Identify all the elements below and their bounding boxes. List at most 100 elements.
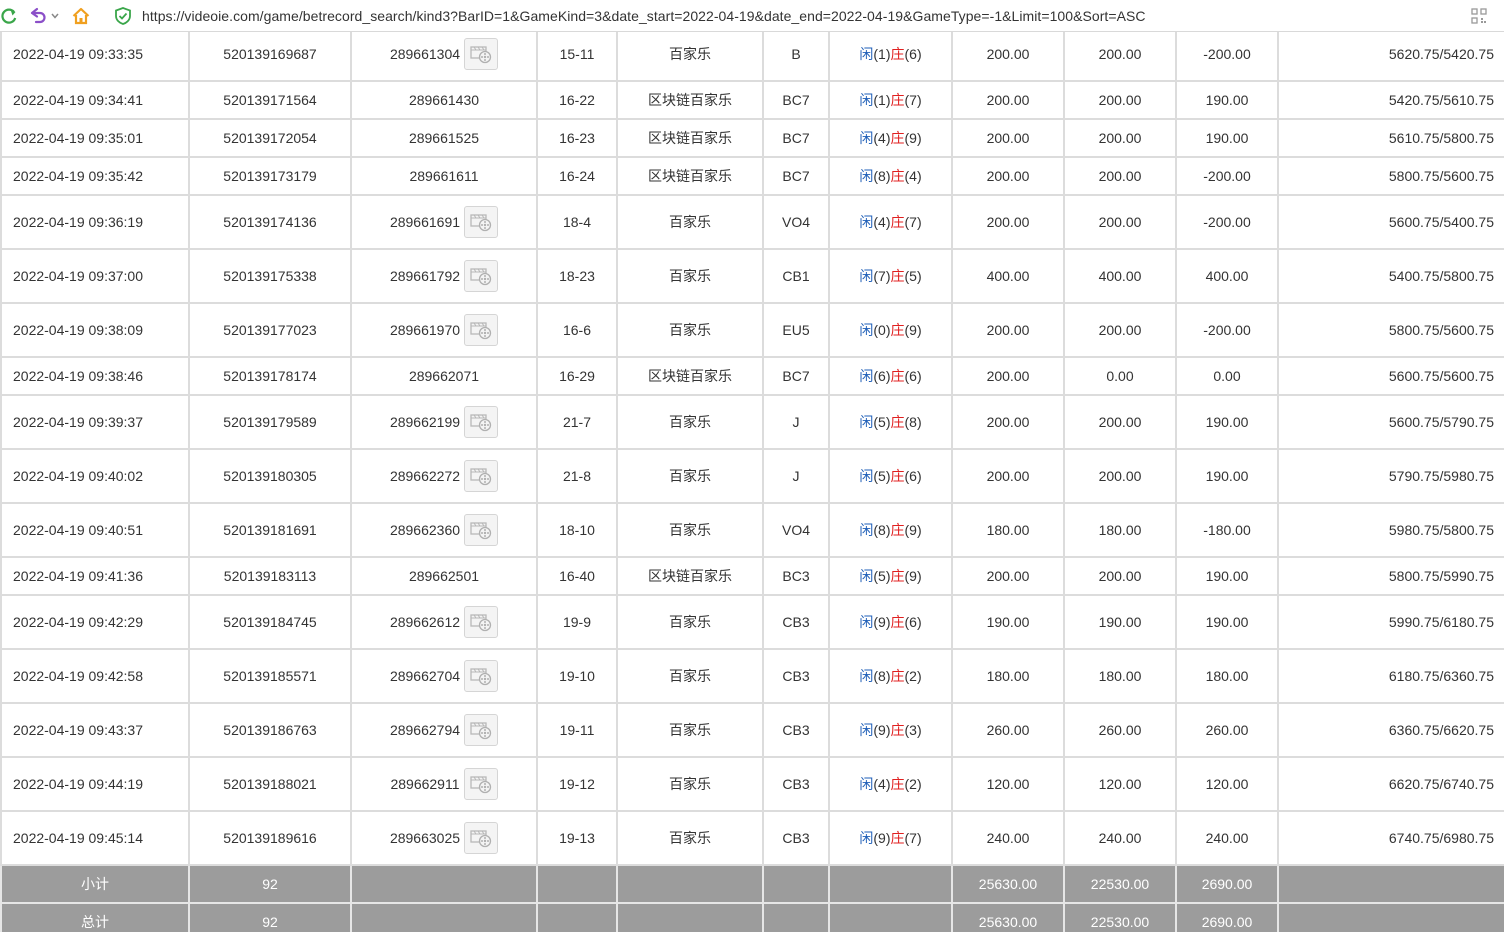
undo-dropdown-chevron-icon[interactable] [50,6,60,26]
payout-cell: -200.00 [1175,156,1279,196]
refresh-icon[interactable] [0,6,18,26]
payout-cell: 190.00 [1175,448,1279,504]
player-label: 闲 [859,668,874,684]
video-replay-button[interactable] [463,768,498,800]
payout-cell: -200.00 [1175,194,1279,250]
video-replay-button[interactable] [464,606,499,638]
banker-label: 庄 [890,368,905,384]
shoe-round-cell: 18-10 [536,502,618,558]
total-count-cell: 92 [188,902,352,932]
banker-score: (2) [904,668,922,684]
game-type-cell: 区块链百家乐 [616,118,764,158]
grand-total-row: 总计 92 25630.00 22530.00 2690.00 [0,902,1504,932]
round-id-cell: 289662911 [350,756,538,812]
bet-amount-cell: 200.00 [951,32,1065,82]
video-replay-button[interactable] [464,714,499,746]
video-replay-button[interactable] [464,514,499,546]
valid-bet-cell: 190.00 [1063,594,1177,650]
result-cell: 闲(4)庄(9) [828,118,953,158]
banker-score: (7) [904,92,922,108]
banker-score: (9) [904,322,922,338]
banker-label: 庄 [890,92,905,108]
balance-cell: 5790.75/5980.75 [1277,448,1504,504]
banker-score-value: 7 [909,214,917,230]
player-label: 闲 [859,46,874,62]
table-code-cell: BC7 [762,80,830,120]
shoe-round-cell: 16-40 [536,556,618,596]
video-replay-button[interactable] [464,822,499,854]
banker-score: (3) [904,722,922,738]
banker-score: (6) [904,368,922,384]
balance-cell: 6620.75/6740.75 [1277,756,1504,812]
player-score: (7) [873,268,891,284]
balance-cell: 5600.75/5600.75 [1277,356,1504,396]
table-code-cell: BC7 [762,356,830,396]
banker-score: (6) [904,46,922,62]
player-score: (9) [873,722,891,738]
bet-amount-cell: 200.00 [951,156,1065,196]
round-id-wrapper: 289662612 [390,606,499,638]
bet-time-cell: 2022-04-19 09:39:37 [0,394,190,450]
undo-icon[interactable] [28,6,50,26]
bet-time-cell: 2022-04-19 09:36:19 [0,194,190,250]
game-type-cell: 百家乐 [616,810,764,866]
bet-id-cell: 520139177023 [188,302,352,358]
video-replay-button[interactable] [464,460,499,492]
round-id-text: 289661792 [389,268,461,284]
shoe-round-cell: 16-23 [536,118,618,158]
balance-cell: 6740.75/6980.75 [1277,810,1504,866]
bet-time-cell: 2022-04-19 09:42:29 [0,594,190,650]
player-score-value: 8 [878,668,886,684]
video-replay-button[interactable] [464,660,499,692]
round-id-text: 289662501 [408,568,480,584]
banker-score-value: 2 [909,668,917,684]
round-id-cell: 289661691 [350,194,538,250]
result-cell: 闲(9)庄(3) [828,702,953,758]
round-id-wrapper: 289661525 [409,130,479,146]
banker-score: (9) [904,568,922,584]
video-replay-button[interactable] [464,206,499,238]
result-cell: 闲(9)庄(7) [828,810,953,866]
table-code-cell: BC3 [762,556,830,596]
round-id-wrapper: 289662704 [390,660,499,692]
qr-code-icon[interactable] [1470,6,1488,26]
valid-bet-cell: 200.00 [1063,32,1177,82]
shoe-round-cell: 19-9 [536,594,618,650]
url-text[interactable]: https://videoie.com/game/betrecord_searc… [142,7,1146,25]
total-count-cell: 92 [188,864,352,904]
total-label-cell: 小计 [0,864,190,904]
game-type-cell: 百家乐 [616,702,764,758]
result-cell: 闲(4)庄(7) [828,194,953,250]
table-code-cell: BC7 [762,118,830,158]
video-replay-icon [465,612,497,632]
round-id-text: 289661691 [389,214,461,230]
game-type-cell: 百家乐 [616,32,764,82]
table-row: 2022-04-19 09:41:36 520139183113 289662501… [0,556,1504,596]
player-score: (8) [873,168,891,184]
round-id-cell: 289661792 [350,248,538,304]
player-score: (9) [873,830,891,846]
empty-cell [350,864,538,904]
result-cell: 闲(9)庄(6) [828,594,953,650]
home-icon[interactable] [70,6,92,26]
video-replay-button[interactable] [464,260,499,292]
player-score-value: 6 [878,368,886,384]
video-replay-button[interactable] [464,406,499,438]
balance-cell: 5800.75/5600.75 [1277,302,1504,358]
valid-bet-cell: 200.00 [1063,394,1177,450]
video-replay-button[interactable] [464,38,499,70]
balance-cell: 5600.75/5790.75 [1277,394,1504,450]
valid-bet-cell: 260.00 [1063,702,1177,758]
table-code-cell: CB3 [762,702,830,758]
empty-cell [616,864,764,904]
result-cell: 闲(4)庄(2) [828,756,953,812]
banker-label: 庄 [890,722,905,738]
round-id-text: 289661970 [389,322,461,338]
payout-cell: 190.00 [1175,394,1279,450]
shoe-round-cell: 19-12 [536,756,618,812]
total-bet-cell: 25630.00 [951,902,1065,932]
round-id-wrapper: 289661430 [409,92,479,108]
video-replay-button[interactable] [464,314,499,346]
banker-score-value: 7 [909,830,917,846]
round-id-cell: 289661970 [350,302,538,358]
